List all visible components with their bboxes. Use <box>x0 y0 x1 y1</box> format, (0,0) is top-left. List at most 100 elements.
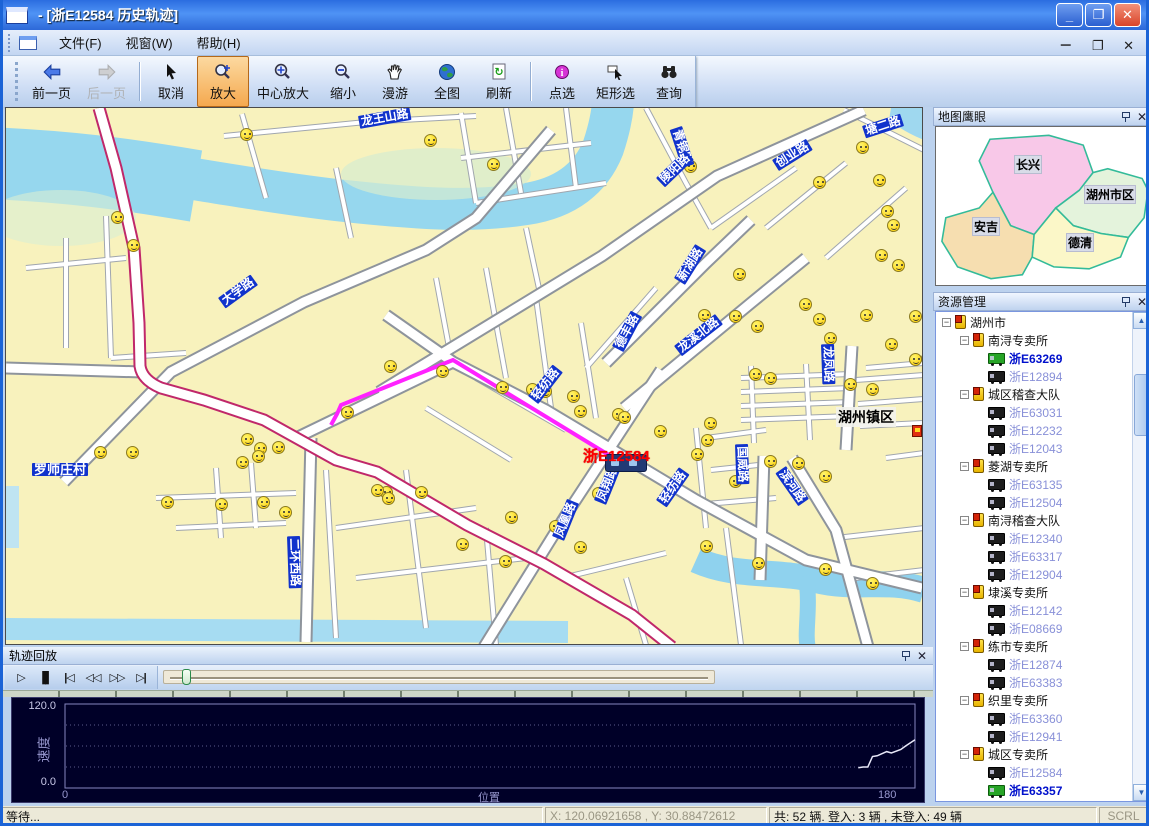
tree-root-huzhou[interactable]: −湖州市 <box>936 313 1132 331</box>
vehicle-smiley-icon[interactable] <box>240 128 253 141</box>
tree-vehicle-浙E12340[interactable]: 浙E12340 <box>936 529 1132 547</box>
vehicle-smiley-icon[interactable] <box>749 368 762 381</box>
toolbar-button-漫游[interactable]: 漫游 <box>369 56 421 107</box>
vehicle-smiley-icon[interactable] <box>126 446 139 459</box>
tree-vehicle-浙E12904[interactable]: 浙E12904 <box>936 565 1132 583</box>
step-start-button[interactable]: |◁ <box>57 668 81 688</box>
vehicle-smiley-icon[interactable] <box>574 541 587 554</box>
toolbar-button-矩形选[interactable]: 矩形选 <box>588 56 643 107</box>
toolbar-button-查询[interactable]: 查询 <box>643 56 695 107</box>
tree-vehicle-浙E09387[interactable]: 浙E09387 <box>936 799 1132 802</box>
tree-vehicle-浙E12142[interactable]: 浙E12142 <box>936 601 1132 619</box>
tree-group-织里专卖所[interactable]: −织里专卖所 <box>936 691 1132 709</box>
restore-button[interactable]: ❐ <box>1085 3 1112 27</box>
tree-vehicle-浙E12874[interactable]: 浙E12874 <box>936 655 1132 673</box>
vehicle-smiley-icon[interactable] <box>881 205 894 218</box>
tree-vehicle-浙E12894[interactable]: 浙E12894 <box>936 367 1132 385</box>
pin-icon[interactable] <box>901 651 910 661</box>
tree-vehicle-浙E63383[interactable]: 浙E63383 <box>936 673 1132 691</box>
vehicle-smiley-icon[interactable] <box>860 309 873 322</box>
tree-group-南浔稽查大队[interactable]: −南浔稽查大队 <box>936 511 1132 529</box>
tree-vehicle-浙E63317[interactable]: 浙E63317 <box>936 547 1132 565</box>
vehicle-smiley-icon[interactable] <box>764 372 777 385</box>
minimize-button[interactable]: _ <box>1056 3 1083 27</box>
vehicle-smiley-icon[interactable] <box>875 249 888 262</box>
vehicle-smiley-icon[interactable] <box>279 506 292 519</box>
pause-button[interactable]: ▐▌ <box>33 668 57 688</box>
vehicle-smiley-icon[interactable] <box>700 540 713 553</box>
close-icon[interactable]: ✕ <box>917 651 927 661</box>
tree-vehicle-浙E12043[interactable]: 浙E12043 <box>936 439 1132 457</box>
vehicle-smiley-icon[interactable] <box>752 557 765 570</box>
play-button[interactable]: ▷ <box>9 668 33 688</box>
vehicle-smiley-icon[interactable] <box>127 239 140 252</box>
tree-vehicle-浙E12232[interactable]: 浙E12232 <box>936 421 1132 439</box>
map-viewport[interactable]: 龙王山路青铜路塘二路创业路陵阳路新湖路大学路德丰路龙溪北路轻纺路凤凰路凤翔路轻纺… <box>5 107 923 645</box>
vehicle-smiley-icon[interactable] <box>885 338 898 351</box>
vehicle-smiley-icon[interactable] <box>856 141 869 154</box>
vehicle-smiley-icon[interactable] <box>384 360 397 373</box>
vehicle-smiley-icon[interactable] <box>704 417 717 430</box>
vehicle-smiley-icon[interactable] <box>487 158 500 171</box>
vehicle-smiley-icon[interactable] <box>764 455 777 468</box>
vehicle-smiley-icon[interactable] <box>505 511 518 524</box>
vehicle-smiley-icon[interactable] <box>618 411 631 424</box>
tree-vehicle-浙E63135[interactable]: 浙E63135 <box>936 475 1132 493</box>
menu-item-1[interactable]: 视窗(W) <box>114 32 185 55</box>
tree-vehicle-浙E12584[interactable]: 浙E12584 <box>936 763 1132 781</box>
vehicle-smiley-icon[interactable] <box>499 555 512 568</box>
tree-expand-icon[interactable]: − <box>960 696 969 705</box>
tree-expand-icon[interactable]: − <box>942 318 951 327</box>
tree-group-城区专卖所[interactable]: −城区专卖所 <box>936 745 1132 763</box>
vehicle-smiley-icon[interactable] <box>792 457 805 470</box>
playback-slider[interactable] <box>163 670 715 684</box>
fast-forward-button[interactable]: ▷▷ <box>105 668 129 688</box>
tree-expand-icon[interactable]: − <box>960 336 969 345</box>
tree-vehicle-浙E12504[interactable]: 浙E12504 <box>936 493 1132 511</box>
scroll-down-icon[interactable]: ▼ <box>1133 784 1149 801</box>
vehicle-smiley-icon[interactable] <box>341 406 354 419</box>
vehicle-smiley-icon[interactable] <box>887 219 900 232</box>
toolbar-button-刷新[interactable]: ↻刷新 <box>473 56 525 107</box>
vehicle-smiley-icon[interactable] <box>424 134 437 147</box>
toolbar-button-前一页[interactable]: 前一页 <box>24 56 79 107</box>
vehicle-smiley-icon[interactable] <box>496 381 509 394</box>
tree-expand-icon[interactable]: − <box>960 588 969 597</box>
menu-grip[interactable] <box>8 34 12 52</box>
vehicle-smiley-icon[interactable] <box>567 390 580 403</box>
vehicle-smiley-icon[interactable] <box>241 433 254 446</box>
vehicle-smiley-icon[interactable] <box>382 492 395 505</box>
vehicle-smiley-icon[interactable] <box>654 425 667 438</box>
vehicle-smiley-icon[interactable] <box>819 563 832 576</box>
toolbar-grip[interactable] <box>15 62 18 101</box>
tree-vehicle-浙E63269[interactable]: 浙E63269 <box>936 349 1132 367</box>
tree-group-练市专卖所[interactable]: −练市专卖所 <box>936 637 1132 655</box>
tree-vehicle-浙E63357[interactable]: 浙E63357 <box>936 781 1132 799</box>
pin-icon[interactable] <box>1121 297 1130 307</box>
tree-scrollbar[interactable]: ▲ ▼ <box>1132 312 1149 801</box>
toolbar-button-全图[interactable]: 全图 <box>421 56 473 107</box>
vehicle-smiley-icon[interactable] <box>415 486 428 499</box>
vehicle-smiley-icon[interactable] <box>909 310 922 323</box>
toolbar-button-点选[interactable]: i点选 <box>536 56 588 107</box>
tree-group-城区稽查大队[interactable]: −城区稽查大队 <box>936 385 1132 403</box>
tree-expand-icon[interactable]: − <box>960 390 969 399</box>
eagle-eye-map[interactable]: 长兴湖州市区安吉德清 <box>935 126 1149 286</box>
vehicle-smiley-icon[interactable] <box>751 320 764 333</box>
scroll-up-icon[interactable]: ▲ <box>1133 312 1149 329</box>
vehicle-smiley-icon[interactable] <box>729 310 742 323</box>
vehicle-smiley-icon[interactable] <box>371 484 384 497</box>
vehicle-smiley-icon[interactable] <box>257 496 270 509</box>
toolbar-button-放大[interactable]: 放大 <box>197 56 249 107</box>
menu-item-0[interactable]: 文件(F) <box>47 32 114 55</box>
vehicle-smiley-icon[interactable] <box>215 498 228 511</box>
pin-icon[interactable] <box>1121 112 1130 122</box>
vehicle-smiley-icon[interactable] <box>691 448 704 461</box>
tree-expand-icon[interactable]: − <box>960 750 969 759</box>
title-bar[interactable]: - [浙E12584 历史轨迹] _ ❐ ✕ <box>0 0 1149 30</box>
tree-group-菱湖专卖所[interactable]: −菱湖专卖所 <box>936 457 1132 475</box>
vehicle-smiley-icon[interactable] <box>94 446 107 459</box>
step-end-button[interactable]: ▷| <box>129 668 153 688</box>
vehicle-smiley-icon[interactable] <box>456 538 469 551</box>
vehicle-smiley-icon[interactable] <box>873 174 886 187</box>
